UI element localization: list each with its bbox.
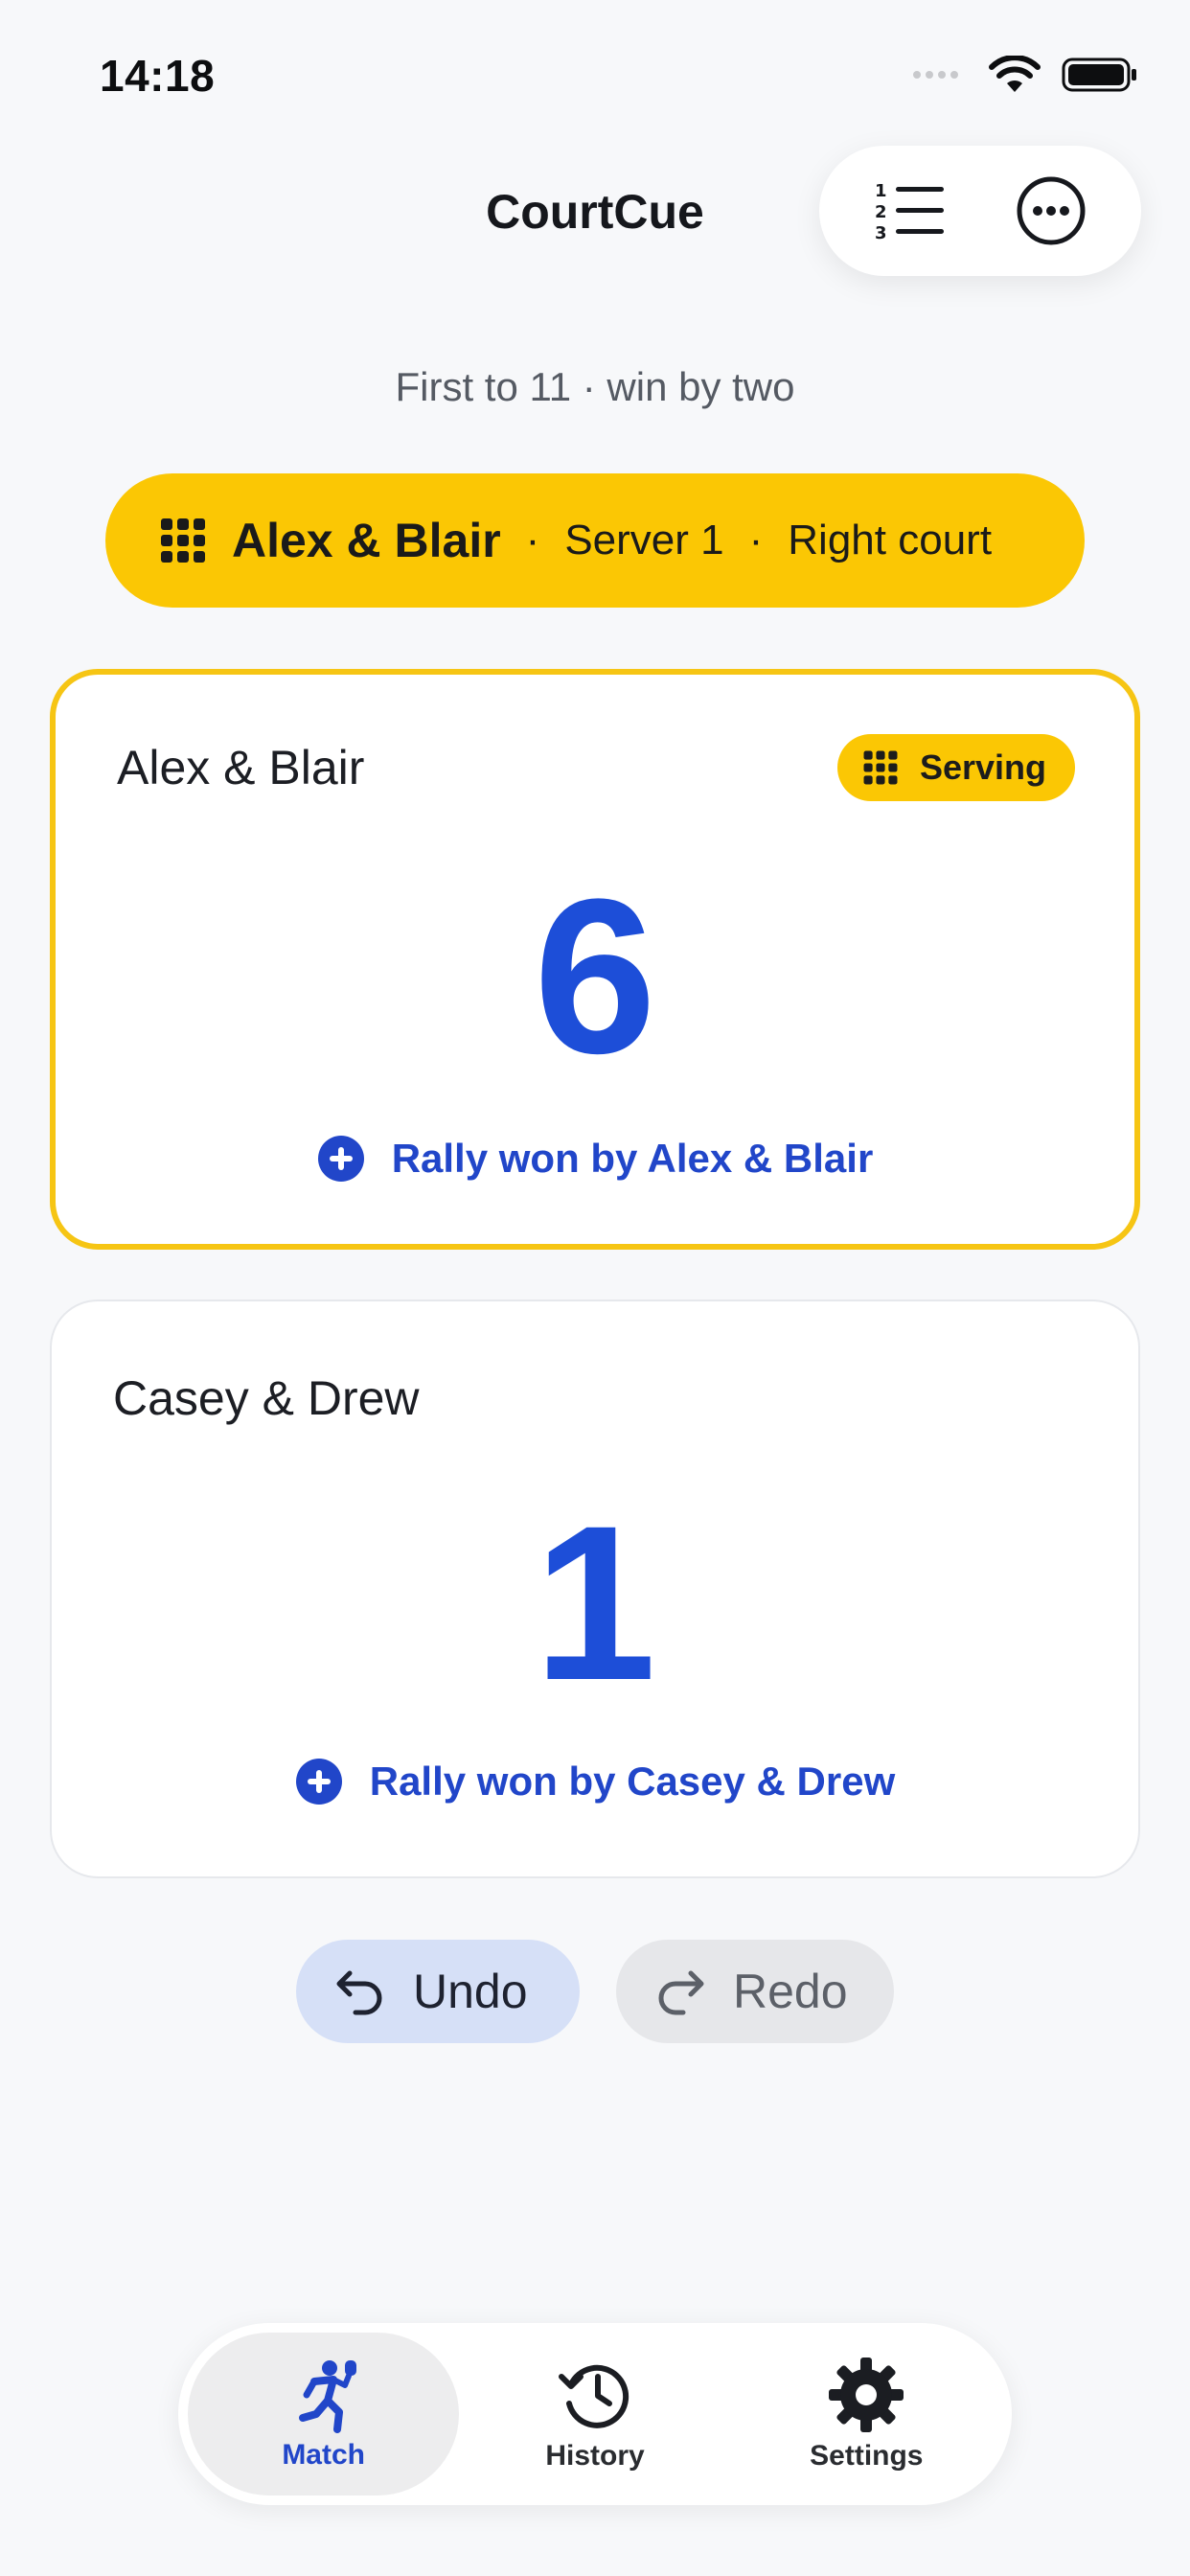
tab-settings[interactable]: Settings (731, 2333, 1002, 2496)
player-running-icon (298, 2360, 356, 2433)
team-name: Alex & Blair (117, 741, 365, 794)
tab-label: Settings (810, 2440, 924, 2472)
grid-dots-icon (863, 750, 898, 785)
team-score: 6 (534, 853, 656, 1099)
status-time: 14:18 (100, 51, 216, 101)
tab-history[interactable]: History (459, 2333, 730, 2496)
rally-won-label: Rally won by Casey & Drew (369, 1759, 896, 1804)
status-icons (912, 56, 1138, 94)
court-side: Right court (788, 517, 993, 564)
serving-badge-label: Serving (919, 748, 1046, 787)
history-icon (558, 2364, 629, 2428)
redo-button[interactable]: Redo (616, 1940, 894, 2043)
plus-circle-icon (295, 1759, 342, 1805)
team-score: 1 (534, 1480, 656, 1726)
svg-text:3: 3 (875, 223, 887, 243)
rally-won-button-team-a[interactable]: Rally won by Alex & Blair (56, 1135, 1134, 1183)
wifi-icon (989, 56, 1041, 92)
battery-icon (1062, 58, 1136, 92)
header-actions: 1 2 3 (819, 146, 1141, 276)
undo-arrow-icon (336, 1970, 382, 2015)
tab-match[interactable]: Match (188, 2333, 460, 2496)
serving-team-name: Alex & Blair (232, 514, 501, 567)
undo-redo-row: Undo Redo (0, 1940, 1190, 2043)
ellipsis-circle-icon (1017, 176, 1086, 245)
more-options-button[interactable] (1003, 163, 1099, 259)
team-card-receiving: Casey & Drew 1 Rally won by Casey & Drew (50, 1300, 1140, 1878)
svg-text:1: 1 (875, 181, 887, 201)
tab-bar: Match History Settings (178, 2323, 1012, 2505)
separator: · (748, 517, 764, 564)
undo-button[interactable]: Undo (296, 1940, 580, 2043)
serving-badge: Serving (836, 734, 1075, 801)
team-card-serving: Alex & Blair Serving 6 Rally won by Alex… (50, 669, 1140, 1250)
rally-won-label: Rally won by Alex & Blair (391, 1136, 874, 1181)
serve-indicator: Alex & Blair · Server 1 · Right court (105, 473, 1085, 608)
redo-label: Redo (733, 1965, 848, 2018)
svg-text:2: 2 (875, 202, 887, 222)
undo-label: Undo (413, 1965, 528, 2018)
rally-list-button[interactable]: 1 2 3 (861, 163, 957, 259)
grid-dots-icon (161, 518, 205, 563)
status-bar: 14:18 (0, 0, 1190, 153)
redo-arrow-icon (658, 1970, 704, 2015)
numbered-list-icon: 1 2 3 (875, 181, 944, 243)
rally-won-button-team-b[interactable]: Rally won by Casey & Drew (52, 1758, 1138, 1806)
plus-circle-icon (317, 1136, 364, 1182)
separator: · (525, 517, 540, 564)
tab-label: History (545, 2440, 645, 2472)
gear-icon (829, 2358, 904, 2432)
tab-label: Match (282, 2439, 365, 2471)
cellular-signal-icon (913, 71, 958, 79)
team-name: Casey & Drew (113, 1371, 420, 1425)
server-number: Server 1 (564, 517, 724, 564)
match-rules: First to 11 · win by two (395, 364, 795, 409)
